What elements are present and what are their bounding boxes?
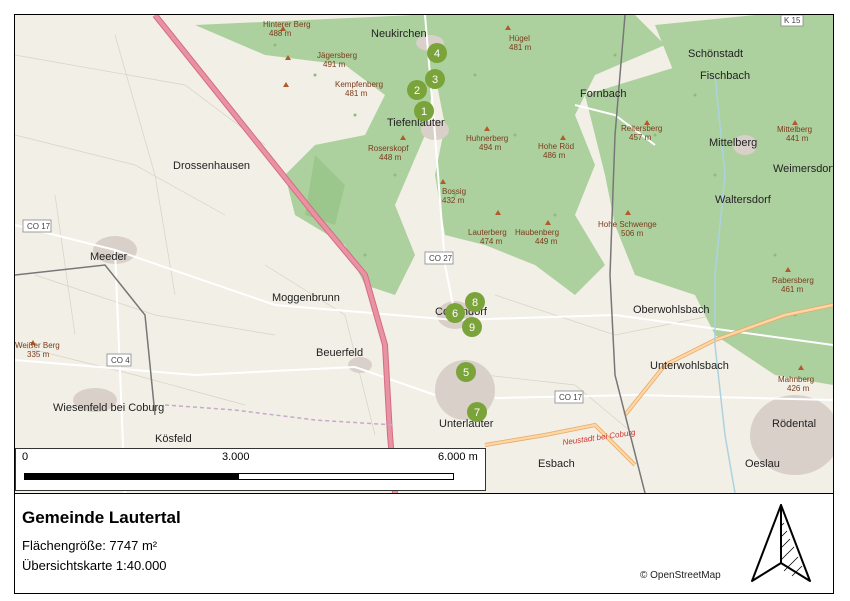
svg-text:Hügel481 m: Hügel 481 m xyxy=(509,34,532,52)
peak-elev: 491 m xyxy=(323,60,346,69)
place-label: Schönstadt xyxy=(688,48,743,60)
place-label: Fornbach xyxy=(580,88,626,100)
peak-elev: 506 m xyxy=(621,229,644,238)
scale-info: Übersichtskarte 1:40.000 xyxy=(22,558,167,573)
peak-elev: 441 m xyxy=(786,134,809,143)
peak-label: Haubenberg xyxy=(515,228,559,237)
peak-elev: 474 m xyxy=(480,237,503,246)
peak-label: Hohe Röd xyxy=(538,142,574,151)
attribution: © OpenStreetMap xyxy=(640,570,721,581)
site-marker[interactable]: 3 xyxy=(425,69,445,89)
place-label: Fischbach xyxy=(700,70,750,82)
scale-label-end: 6.000 m xyxy=(438,451,478,463)
place-label: Beuerfeld xyxy=(316,347,363,359)
place-label: Esbach xyxy=(538,458,575,470)
svg-text:2: 2 xyxy=(414,85,420,97)
scale-bar: 0 3.000 6.000 m xyxy=(15,448,486,491)
place-label: Neukirchen xyxy=(371,28,427,40)
svg-text:8: 8 xyxy=(472,297,478,309)
peak-label: Hügel xyxy=(509,34,530,43)
svg-text:9: 9 xyxy=(469,322,475,334)
svg-text:6: 6 xyxy=(452,308,458,320)
svg-text:4: 4 xyxy=(434,48,440,60)
peak-elev: 486 m xyxy=(543,151,566,160)
site-marker[interactable]: 5 xyxy=(456,362,476,382)
svg-text:7: 7 xyxy=(474,407,480,419)
scale-bar-graphic xyxy=(24,473,454,480)
scale-label-mid: 3.000 xyxy=(222,451,250,463)
peak-label: Lauterberg xyxy=(468,228,507,237)
peak-label: Weißer Berg xyxy=(15,341,60,350)
peak-elev: 494 m xyxy=(479,143,502,152)
place-label: Oberwohlsbach xyxy=(633,304,709,316)
peak-elev: 457 m xyxy=(629,133,652,142)
map-canvas[interactable]: Neukirchen Schönstadt Fischbach Fornbach… xyxy=(15,15,833,493)
peak-elev: 449 m xyxy=(535,237,558,246)
site-marker[interactable]: 8 xyxy=(465,292,485,312)
map-title: Gemeinde Lautertal xyxy=(22,508,181,527)
peak-label: Kempfenberg xyxy=(335,80,383,89)
place-label: Unterlauter xyxy=(439,418,494,430)
peak-elev: 335 m xyxy=(27,350,50,359)
place-label: Weimersdorf xyxy=(773,163,833,175)
legend-divider xyxy=(15,493,833,494)
road-shield: CO 17 xyxy=(27,222,51,231)
place-label: Rödental xyxy=(772,418,816,430)
place-label: Oeslau xyxy=(745,458,780,470)
place-label: Drossenhausen xyxy=(173,160,250,172)
place-label: Waltersdorf xyxy=(715,194,772,206)
peak-label: Roserskopf xyxy=(368,144,409,153)
peak-label: Mahnberg xyxy=(778,375,814,384)
peak-label: Jägersberg xyxy=(317,51,357,60)
north-arrow-icon xyxy=(748,503,814,583)
peak-label: Rabersberg xyxy=(772,276,814,285)
site-marker[interactable]: 1 xyxy=(414,101,434,121)
road-shield: CO 17 xyxy=(559,393,583,402)
place-label: Moggenbrunn xyxy=(272,292,340,304)
peak-label: Mittelberg xyxy=(777,125,812,134)
road-shield: CO 4 xyxy=(111,356,130,365)
svg-text:1: 1 xyxy=(421,106,427,118)
place-label: Kösfeld xyxy=(155,433,192,445)
peak-label: Hinterer Berg xyxy=(263,20,311,29)
peak-elev: 432 m xyxy=(442,196,465,205)
svg-text:Bossig432 m: Bossig 432 m xyxy=(442,187,466,205)
place-label: Tiefenlauter xyxy=(387,117,445,129)
svg-text:5: 5 xyxy=(463,367,469,379)
road-shield: K 15 xyxy=(784,16,801,25)
map-svg: Neukirchen Schönstadt Fischbach Fornbach… xyxy=(15,15,833,493)
peak-elev: 481 m xyxy=(345,89,368,98)
site-marker[interactable]: 4 xyxy=(427,43,447,63)
place-label: Wiesenfeld bei Coburg xyxy=(53,402,164,414)
peak-elev: 426 m xyxy=(787,384,810,393)
site-marker[interactable]: 2 xyxy=(407,80,427,100)
scale-label-start: 0 xyxy=(22,451,29,463)
site-marker[interactable]: 7 xyxy=(467,402,487,422)
peak-elev: 461 m xyxy=(781,285,804,294)
peak-elev: 488 m xyxy=(269,29,292,38)
peak-label: Hohe Schwenge xyxy=(598,220,657,229)
road-shield: CO 27 xyxy=(429,254,453,263)
site-marker[interactable]: 9 xyxy=(462,317,482,337)
area-info: Flächengröße: 7747 m² xyxy=(22,538,158,553)
svg-text:3: 3 xyxy=(432,74,438,86)
place-label: Mittelberg xyxy=(709,137,757,149)
place-label: Meeder xyxy=(90,251,128,263)
peak-elev: 448 m xyxy=(379,153,402,162)
peak-label: Huhnerberg xyxy=(466,134,508,143)
peak-label: Bossig xyxy=(442,187,466,196)
peak-label: Reitersberg xyxy=(621,124,662,133)
site-marker[interactable]: 6 xyxy=(445,303,465,323)
place-label: Unterwohlsbach xyxy=(650,360,729,372)
peak-elev: 481 m xyxy=(509,43,532,52)
